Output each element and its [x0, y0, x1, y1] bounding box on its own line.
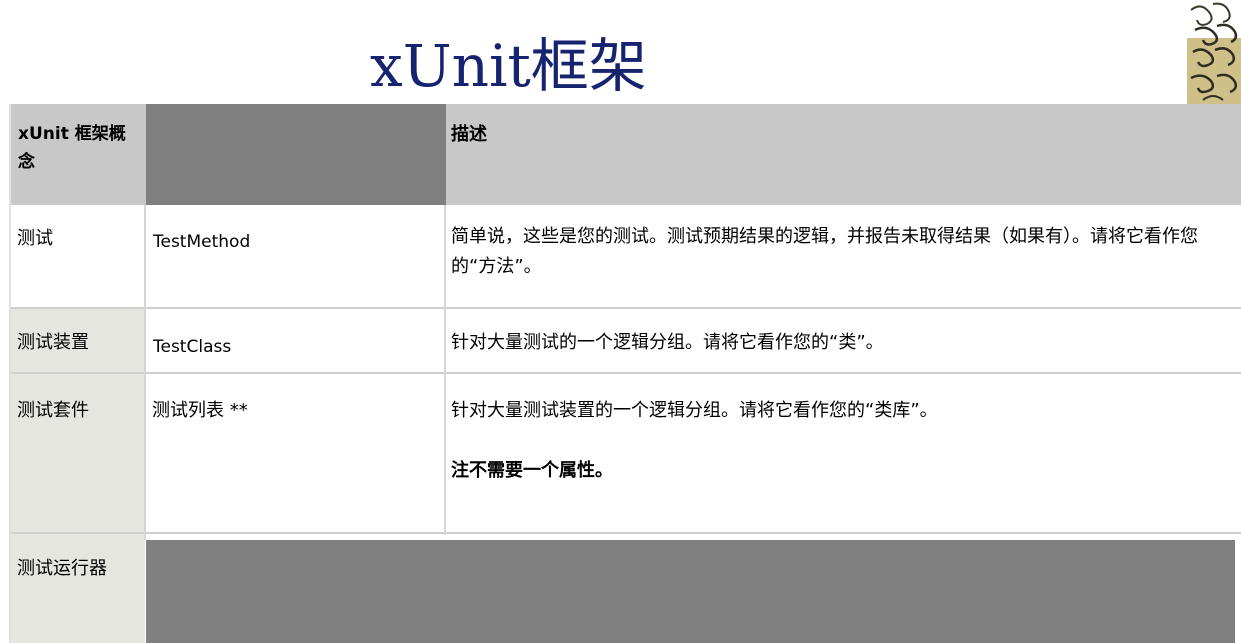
row-1-concept: 测试 — [17, 228, 53, 249]
column-divider — [444, 205, 446, 535]
row-3-note: 注不需要一个属性。 — [451, 460, 613, 481]
row-1-description: 简单说，这些是您的测试。测试预期结果的逻辑，并报告未取得结果（如果有）。请将它看… — [451, 226, 1198, 277]
row-2-name: TestClass — [153, 337, 232, 357]
header-description-label: 描述 — [451, 124, 487, 145]
row-divider — [10, 532, 1241, 534]
row-1-name: TestMethod — [153, 232, 251, 252]
row-divider — [10, 372, 1241, 374]
row-3-description: 针对大量测试装置的一个逻辑分组。请将它看作您的“类库”。 — [451, 400, 938, 421]
row-3-name: 测试列表 ** — [152, 400, 248, 421]
row-2-description: 针对大量测试的一个逻辑分组。请将它看作您的“类”。 — [451, 332, 884, 353]
row-4-concept: 测试运行器 — [17, 558, 107, 579]
header-name-cell-redacted — [146, 104, 446, 205]
header-concept-label: xUnit 框架概念 — [18, 124, 126, 172]
table-left-border — [9, 104, 11, 643]
concept-table: xUnit 框架概念 描述 测试 TestMethod 简单说，这些是您的测试。… — [0, 0, 1241, 643]
row-2-concept: 测试装置 — [17, 332, 89, 353]
column-divider — [144, 205, 146, 540]
concept-column-background — [10, 308, 145, 643]
row-3-concept: 测试套件 — [17, 400, 89, 421]
row-divider — [10, 307, 1241, 309]
row-4-redacted-block — [146, 540, 1235, 643]
